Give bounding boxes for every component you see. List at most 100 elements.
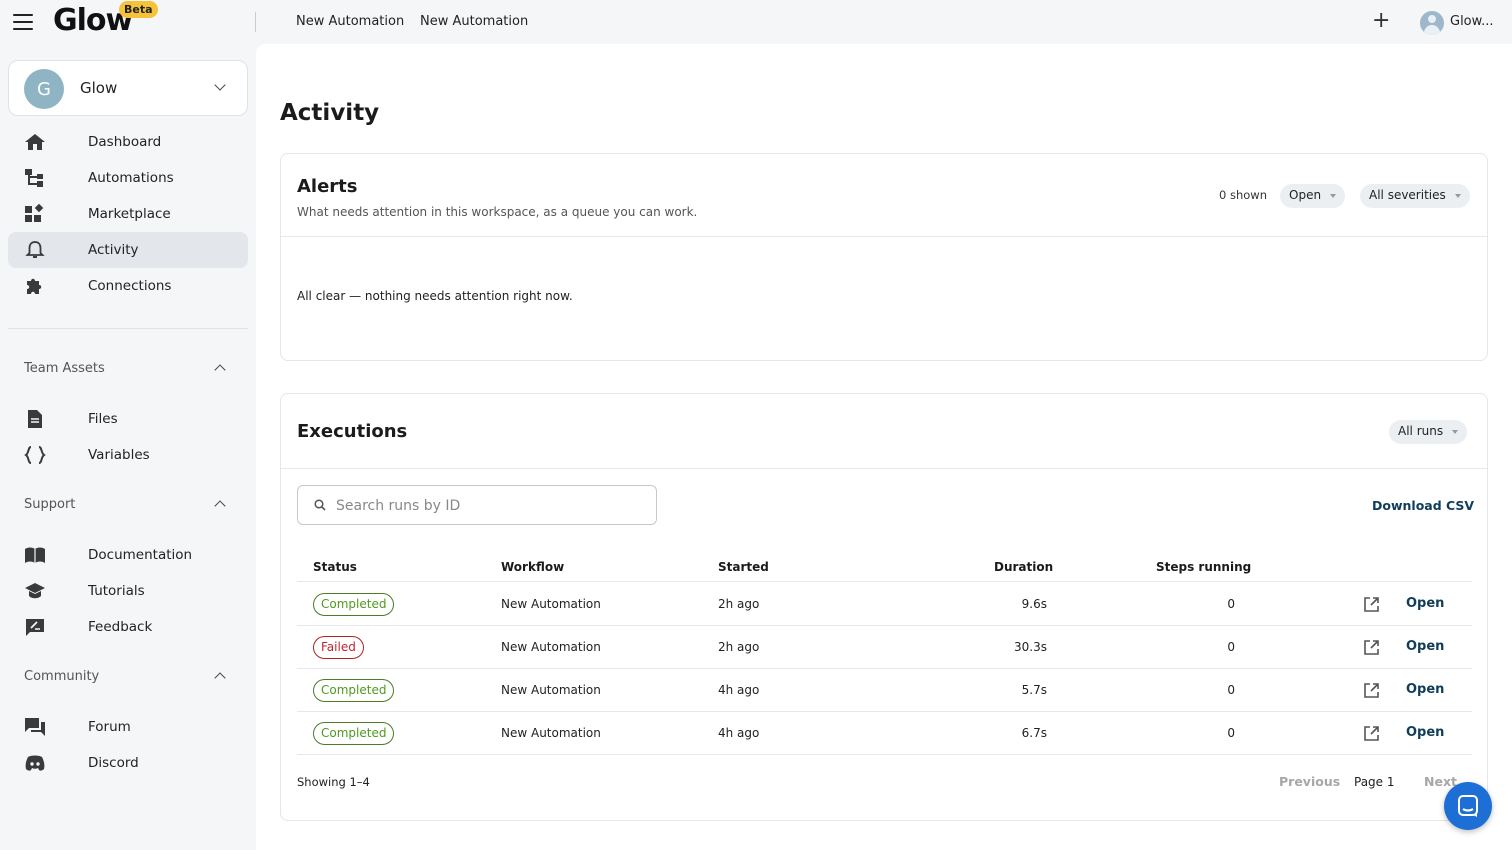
workflow-cell: New Automation bbox=[501, 726, 601, 740]
section-community[interactable]: Community bbox=[24, 667, 232, 687]
add-button[interactable]: + bbox=[1372, 10, 1390, 32]
table-row[interactable]: Failed New Automation 2h ago 30.3s 0 Ope… bbox=[297, 626, 1472, 669]
search-icon bbox=[314, 499, 326, 511]
open-run-link[interactable]: Open bbox=[1406, 682, 1444, 697]
sidebar-item-label: Connections bbox=[88, 278, 172, 294]
sidebar-item-dashboard[interactable]: Dashboard bbox=[8, 124, 248, 160]
column-started[interactable]: Started bbox=[718, 560, 769, 574]
graduation-cap-icon bbox=[25, 583, 45, 599]
pagination-summary: Showing 1–4 bbox=[297, 775, 370, 789]
sidebar-item-label: Documentation bbox=[88, 547, 193, 563]
caret-down-icon bbox=[1330, 194, 1337, 198]
home-icon bbox=[25, 134, 45, 150]
table-row[interactable]: Completed New Automation 4h ago 6.7s 0 O… bbox=[297, 712, 1472, 755]
sidebar-item-label: Dashboard bbox=[88, 134, 162, 150]
breadcrumb-tab-2[interactable]: New Automation bbox=[420, 14, 528, 29]
sidebar-item-label: Variables bbox=[88, 447, 150, 463]
open-run-link[interactable]: Open bbox=[1406, 725, 1444, 740]
user-name[interactable]: Glow... bbox=[1450, 14, 1493, 29]
sidebar-item-connections[interactable]: Connections bbox=[8, 268, 248, 304]
sidebar-item-tutorials[interactable]: Tutorials bbox=[8, 573, 248, 609]
open-external-icon[interactable] bbox=[1363, 682, 1380, 699]
page-title: Activity bbox=[280, 100, 380, 126]
open-run-link[interactable]: Open bbox=[1406, 596, 1444, 611]
alert-severity-filter[interactable]: All severities bbox=[1360, 184, 1470, 208]
table-row[interactable]: Completed New Automation 2h ago 9.6s 0 O… bbox=[297, 583, 1472, 626]
section-team-assets[interactable]: Team Assets bbox=[24, 359, 232, 379]
column-duration[interactable]: Duration bbox=[994, 560, 1053, 574]
open-external-icon[interactable] bbox=[1363, 639, 1380, 656]
alert-status-filter[interactable]: Open bbox=[1280, 184, 1346, 208]
section-support[interactable]: Support bbox=[24, 495, 232, 515]
feedback-icon bbox=[26, 619, 44, 636]
menu-icon[interactable] bbox=[13, 14, 33, 30]
breadcrumb-tab-1[interactable]: New Automation bbox=[296, 14, 404, 29]
started-cell: 2h ago bbox=[718, 640, 760, 654]
steps-cell: 0 bbox=[1227, 640, 1235, 654]
search-field[interactable] bbox=[297, 485, 657, 525]
caret-down-icon bbox=[1452, 430, 1459, 434]
filter-label: All severities bbox=[1369, 188, 1446, 202]
search-input[interactable] bbox=[336, 495, 636, 517]
status-badge: Completed bbox=[313, 593, 395, 616]
table-row[interactable]: Completed New Automation 4h ago 5.7s 0 O… bbox=[297, 669, 1472, 712]
column-steps-running[interactable]: Steps running bbox=[1156, 560, 1251, 574]
alerts-card: Alerts What needs attention in this work… bbox=[280, 153, 1488, 361]
discord-icon bbox=[25, 755, 45, 771]
sidebar-item-automations[interactable]: Automations bbox=[8, 160, 248, 196]
sidebar-item-files[interactable]: Files bbox=[8, 401, 248, 437]
sidebar-item-label: Files bbox=[88, 411, 118, 427]
chat-launcher-button[interactable] bbox=[1444, 782, 1492, 830]
sidebar-item-label: Discord bbox=[88, 755, 139, 771]
workspace-switcher[interactable]: G Glow bbox=[8, 60, 248, 116]
chevron-up-icon bbox=[214, 500, 226, 512]
user-avatar-icon[interactable] bbox=[1420, 11, 1444, 35]
alerts-title: Alerts bbox=[297, 176, 358, 197]
sidebar-item-feedback[interactable]: Feedback bbox=[8, 609, 248, 645]
filter-label: Open bbox=[1289, 188, 1322, 202]
caret-down-icon bbox=[1454, 194, 1461, 198]
sidebar-item-marketplace[interactable]: Marketplace bbox=[8, 196, 248, 232]
sidebar-item-documentation[interactable]: Documentation bbox=[8, 537, 248, 573]
sidebar-divider bbox=[8, 328, 248, 329]
column-workflow[interactable]: Workflow bbox=[501, 560, 564, 574]
workflow-cell: New Automation bbox=[501, 683, 601, 697]
braces-icon bbox=[24, 446, 46, 464]
chat-icon bbox=[1458, 795, 1478, 817]
sidebar-item-label: Tutorials bbox=[88, 583, 145, 599]
open-external-icon[interactable] bbox=[1363, 725, 1380, 742]
open-run-link[interactable]: Open bbox=[1406, 639, 1444, 654]
status-badge: Completed bbox=[313, 679, 395, 702]
section-label: Community bbox=[24, 669, 100, 684]
chevron-down-icon bbox=[214, 79, 226, 91]
download-csv-button[interactable]: Download CSV bbox=[1372, 498, 1474, 513]
sidebar-item-activity[interactable]: Activity bbox=[8, 232, 248, 268]
divider bbox=[281, 236, 1487, 237]
section-label: Team Assets bbox=[24, 361, 105, 376]
executions-filter[interactable]: All runs bbox=[1389, 420, 1468, 444]
table-header: Status Workflow Started Duration Steps r… bbox=[297, 549, 1472, 582]
chevron-up-icon bbox=[214, 364, 226, 376]
top-bar: Glow Beta New Automation New Automation … bbox=[0, 0, 1512, 44]
sidebar-item-label: Activity bbox=[88, 242, 139, 258]
column-status[interactable]: Status bbox=[313, 560, 357, 574]
sidebar-item-label: Automations bbox=[88, 170, 174, 186]
duration-cell: 9.6s bbox=[1021, 597, 1047, 611]
steps-cell: 0 bbox=[1227, 683, 1235, 697]
status-badge: Failed bbox=[313, 636, 364, 659]
sidebar-item-forum[interactable]: Forum bbox=[8, 709, 248, 745]
open-external-icon[interactable] bbox=[1363, 596, 1380, 613]
flow-icon bbox=[25, 169, 43, 187]
workflow-cell: New Automation bbox=[501, 640, 601, 654]
sidebar-item-variables[interactable]: Variables bbox=[8, 437, 248, 473]
started-cell: 4h ago bbox=[718, 726, 760, 740]
sidebar-item-discord[interactable]: Discord bbox=[8, 745, 248, 781]
widgets-icon bbox=[25, 204, 44, 222]
file-icon bbox=[28, 410, 42, 428]
bell-icon bbox=[25, 241, 45, 258]
duration-cell: 5.7s bbox=[1021, 683, 1047, 697]
filter-label: All runs bbox=[1398, 424, 1444, 438]
previous-page-button[interactable]: Previous bbox=[1279, 774, 1340, 789]
main-content: Activity Alerts What needs attention in … bbox=[256, 44, 1512, 850]
chevron-up-icon bbox=[214, 672, 226, 684]
